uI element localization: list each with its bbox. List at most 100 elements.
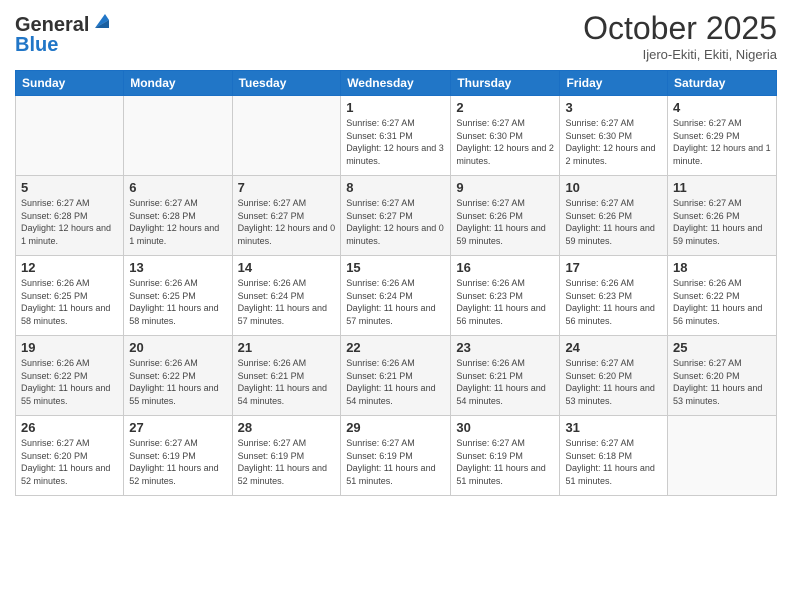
day-number: 9 <box>456 180 554 195</box>
calendar-cell: 6Sunrise: 6:27 AMSunset: 6:28 PMDaylight… <box>124 176 232 256</box>
calendar-cell: 29 Sunrise: 6:27 AMSunset: 6:19 PMDayligh… <box>341 416 451 496</box>
calendar-table: SundayMondayTuesdayWednesdayThursdayFrid… <box>15 70 777 496</box>
calendar-cell <box>16 96 124 176</box>
day-info: Sunrise: 6:27 AMSunset: 6:26 PMDaylight:… <box>456 197 554 247</box>
day-number: 27 <box>129 420 226 435</box>
calendar-cell: 23 Sunrise: 6:26 AMSunset: 6:21 PMDayligh… <box>451 336 560 416</box>
calendar-cell: 13 Sunrise: 6:26 AMSunset: 6:25 PMDayligh… <box>124 256 232 336</box>
day-number: 16 <box>456 260 554 275</box>
calendar-week-row: 12Sunrise: 6:26 AMSunset: 6:25 PMDayligh… <box>16 256 777 336</box>
day-number: 25 <box>673 340 771 355</box>
day-number: 21 <box>238 340 336 355</box>
calendar-cell: 16 Sunrise: 6:26 AMSunset: 6:23 PMDayligh… <box>451 256 560 336</box>
calendar-cell: 1Sunrise: 6:27 AMSunset: 6:31 PMDaylight… <box>341 96 451 176</box>
month-title: October 2025 <box>583 10 777 47</box>
day-info: Sunrise: 6:27 AMSunset: 6:30 PMDaylight:… <box>565 117 662 167</box>
day-info: Sunrise: 6:27 AMSunset: 6:29 PMDaylight:… <box>673 117 771 167</box>
calendar-cell: 11Sunrise: 6:27 AMSunset: 6:26 PMDayligh… <box>668 176 777 256</box>
day-info: Sunrise: 6:27 AMSunset: 6:26 PMDaylight:… <box>565 197 662 247</box>
calendar-cell: 24 Sunrise: 6:27 AMSunset: 6:20 PMDayligh… <box>560 336 668 416</box>
day-number: 6 <box>129 180 226 195</box>
day-number: 23 <box>456 340 554 355</box>
day-number: 2 <box>456 100 554 115</box>
calendar-cell: 30 Sunrise: 6:27 AMSunset: 6:19 PMDayligh… <box>451 416 560 496</box>
calendar-cell: 17 Sunrise: 6:26 AMSunset: 6:23 PMDayligh… <box>560 256 668 336</box>
day-info: Sunrise: 6:27 AMSunset: 6:19 PMDaylight:… <box>129 437 226 487</box>
day-info: Sunrise: 6:26 AMSunset: 6:23 PMDaylight:… <box>565 277 662 327</box>
day-number: 26 <box>21 420 118 435</box>
calendar-cell: 31 Sunrise: 6:27 AMSunset: 6:18 PMDayligh… <box>560 416 668 496</box>
logo-icon <box>91 10 113 32</box>
day-number: 1 <box>346 100 445 115</box>
calendar-week-row: 19Sunrise: 6:26 AMSunset: 6:22 PMDayligh… <box>16 336 777 416</box>
day-info: Sunrise: 6:27 AMSunset: 6:20 PMDaylight:… <box>21 437 118 487</box>
calendar-cell: 22Sunrise: 6:26 AMSunset: 6:21 PMDayligh… <box>341 336 451 416</box>
calendar-header-row: SundayMondayTuesdayWednesdayThursdayFrid… <box>16 71 777 96</box>
page-header: General Blue October 2025 Ijero-Ekiti, E… <box>15 10 777 62</box>
day-number: 13 <box>129 260 226 275</box>
calendar-day-header: Sunday <box>16 71 124 96</box>
calendar-day-header: Tuesday <box>232 71 341 96</box>
calendar-cell: 12Sunrise: 6:26 AMSunset: 6:25 PMDayligh… <box>16 256 124 336</box>
day-number: 30 <box>456 420 554 435</box>
calendar-cell: 10 Sunrise: 6:27 AMSunset: 6:26 PMDayligh… <box>560 176 668 256</box>
calendar-cell <box>668 416 777 496</box>
calendar-cell: 27 Sunrise: 6:27 AMSunset: 6:19 PMDayligh… <box>124 416 232 496</box>
calendar-cell: 15 Sunrise: 6:26 AMSunset: 6:24 PMDayligh… <box>341 256 451 336</box>
day-number: 5 <box>21 180 118 195</box>
day-number: 4 <box>673 100 771 115</box>
calendar-cell: 8 Sunrise: 6:27 AMSunset: 6:27 PMDaylight… <box>341 176 451 256</box>
day-info: Sunrise: 6:26 AMSunset: 6:23 PMDaylight:… <box>456 277 554 327</box>
calendar-cell: 2 Sunrise: 6:27 AMSunset: 6:30 PMDaylight… <box>451 96 560 176</box>
calendar-cell: 9 Sunrise: 6:27 AMSunset: 6:26 PMDaylight… <box>451 176 560 256</box>
calendar-cell <box>232 96 341 176</box>
day-number: 14 <box>238 260 336 275</box>
day-info: Sunrise: 6:26 AMSunset: 6:21 PMDaylight:… <box>346 357 445 407</box>
calendar-cell <box>124 96 232 176</box>
day-info: Sunrise: 6:26 AMSunset: 6:24 PMDaylight:… <box>238 277 336 327</box>
day-info: Sunrise: 6:27 AMSunset: 6:30 PMDaylight:… <box>456 117 554 167</box>
calendar-cell: 26 Sunrise: 6:27 AMSunset: 6:20 PMDayligh… <box>16 416 124 496</box>
day-info: Sunrise: 6:27 AMSunset: 6:18 PMDaylight:… <box>565 437 662 487</box>
calendar-day-header: Thursday <box>451 71 560 96</box>
day-number: 20 <box>129 340 226 355</box>
calendar-cell: 3 Sunrise: 6:27 AMSunset: 6:30 PMDaylight… <box>560 96 668 176</box>
day-info: Sunrise: 6:27 AMSunset: 6:28 PMDaylight:… <box>21 197 118 247</box>
day-info: Sunrise: 6:27 AMSunset: 6:27 PMDaylight:… <box>346 197 445 247</box>
day-number: 17 <box>565 260 662 275</box>
day-number: 15 <box>346 260 445 275</box>
day-number: 3 <box>565 100 662 115</box>
day-info: Sunrise: 6:27 AMSunset: 6:20 PMDaylight:… <box>565 357 662 407</box>
day-number: 29 <box>346 420 445 435</box>
day-number: 24 <box>565 340 662 355</box>
day-info: Sunrise: 6:27 AMSunset: 6:19 PMDaylight:… <box>456 437 554 487</box>
day-info: Sunrise: 6:26 AMSunset: 6:22 PMDaylight:… <box>673 277 771 327</box>
day-number: 31 <box>565 420 662 435</box>
calendar-day-header: Monday <box>124 71 232 96</box>
location: Ijero-Ekiti, Ekiti, Nigeria <box>583 47 777 62</box>
calendar-week-row: 5 Sunrise: 6:27 AMSunset: 6:28 PMDaylight… <box>16 176 777 256</box>
day-info: Sunrise: 6:26 AMSunset: 6:25 PMDaylight:… <box>129 277 226 327</box>
day-number: 18 <box>673 260 771 275</box>
calendar-cell: 14 Sunrise: 6:26 AMSunset: 6:24 PMDayligh… <box>232 256 341 336</box>
day-info: Sunrise: 6:27 AMSunset: 6:19 PMDaylight:… <box>238 437 336 487</box>
day-number: 8 <box>346 180 445 195</box>
day-info: Sunrise: 6:26 AMSunset: 6:22 PMDaylight:… <box>129 357 226 407</box>
logo: General Blue <box>15 10 113 57</box>
calendar-cell: 19Sunrise: 6:26 AMSunset: 6:22 PMDayligh… <box>16 336 124 416</box>
day-number: 10 <box>565 180 662 195</box>
calendar-cell: 28Sunrise: 6:27 AMSunset: 6:19 PMDayligh… <box>232 416 341 496</box>
calendar-day-header: Saturday <box>668 71 777 96</box>
calendar-week-row: 1Sunrise: 6:27 AMSunset: 6:31 PMDaylight… <box>16 96 777 176</box>
day-info: Sunrise: 6:26 AMSunset: 6:24 PMDaylight:… <box>346 277 445 327</box>
calendar-day-header: Wednesday <box>341 71 451 96</box>
day-number: 7 <box>238 180 336 195</box>
day-number: 11 <box>673 180 771 195</box>
calendar-week-row: 26 Sunrise: 6:27 AMSunset: 6:20 PMDayligh… <box>16 416 777 496</box>
day-info: Sunrise: 6:26 AMSunset: 6:25 PMDaylight:… <box>21 277 118 327</box>
day-info: Sunrise: 6:26 AMSunset: 6:21 PMDaylight:… <box>456 357 554 407</box>
day-info: Sunrise: 6:27 AMSunset: 6:19 PMDaylight:… <box>346 437 445 487</box>
day-info: Sunrise: 6:26 AMSunset: 6:21 PMDaylight:… <box>238 357 336 407</box>
calendar-cell: 4 Sunrise: 6:27 AMSunset: 6:29 PMDaylight… <box>668 96 777 176</box>
calendar-cell: 5 Sunrise: 6:27 AMSunset: 6:28 PMDaylight… <box>16 176 124 256</box>
